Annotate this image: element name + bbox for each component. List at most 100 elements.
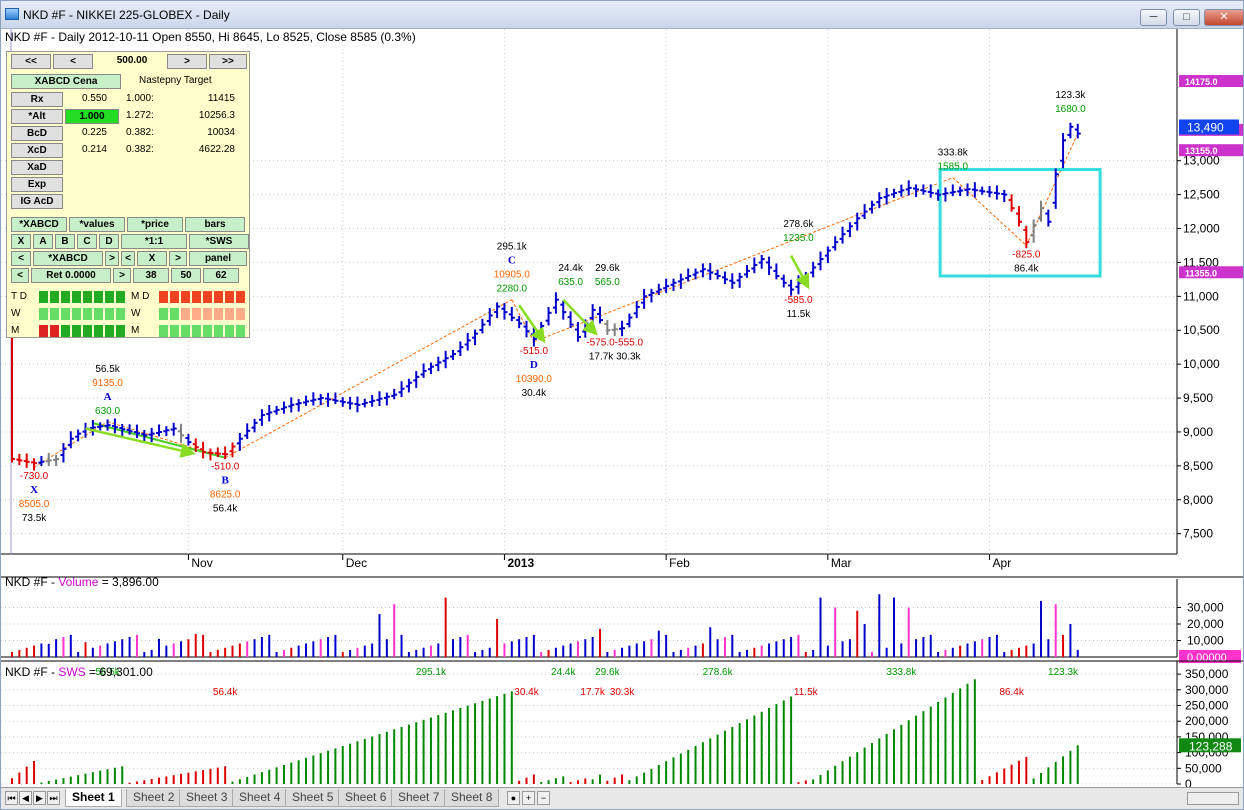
nav-last-button[interactable]: >> [209, 54, 247, 69]
swing-annotation: X [30, 484, 38, 496]
swing-annotation: A [104, 391, 112, 403]
xabcd-row-button[interactable]: Exp [11, 177, 63, 192]
xabcd-row-button[interactable]: *Alt [11, 109, 63, 124]
xabcd-option-button[interactable]: *price [127, 217, 183, 232]
horizontal-scrollbar[interactable] [1187, 792, 1239, 805]
tab-prev-icon[interactable]: ◀ [19, 791, 32, 805]
minimize-button[interactable]: ─ [1140, 9, 1167, 26]
price-x-tick-label: 2013 [507, 556, 534, 570]
nav-first-button[interactable]: << [11, 54, 51, 69]
title-bar[interactable]: NKD #F - NIKKEI 225-GLOBEX - Daily ─ □ ✕ [1, 1, 1244, 29]
volume-header: NKD #F - Volume = 3,896.00 [5, 575, 159, 589]
tdwm-led [39, 325, 48, 337]
nav-next-button[interactable]: > [167, 54, 207, 69]
xabcd-row-value [65, 177, 107, 192]
swing-annotation: 123.3k [1055, 90, 1086, 101]
xabcd-point-button[interactable]: *SWS [189, 234, 249, 249]
xabcd-select-button[interactable]: *XABCD [33, 251, 103, 266]
price-y-tick-label: 8,500 [1183, 459, 1213, 473]
tdwm-led [181, 291, 190, 303]
xabcd-point-button[interactable]: *1:1 [121, 234, 187, 249]
xabcd-select-button[interactable]: < [121, 251, 135, 266]
tab-add-icon[interactable]: + [522, 791, 535, 805]
xabcd-option-button[interactable]: *XABCD [11, 217, 67, 232]
xabcd-row-ratio: 0.382: [126, 144, 154, 155]
tdwm-led [159, 308, 168, 320]
xabcd-row-button[interactable]: BcD [11, 126, 63, 141]
volume-last-label: 0.00000 [1187, 652, 1227, 664]
price-x-tick-label: Mar [831, 556, 852, 570]
swing-annotation: 24.4k [558, 263, 583, 274]
swing-annotation: 635.0 [558, 277, 583, 288]
xabcd-retrace-button[interactable]: 62 [203, 268, 239, 283]
xabcd-retrace-button[interactable]: < [11, 268, 29, 283]
xabcd-point-button[interactable]: A [33, 234, 53, 249]
sws-y-tick-label: 0 [1185, 777, 1192, 787]
swing-annotation: 17.7k 30.3k [589, 352, 642, 363]
tdwm-led [214, 308, 223, 320]
xabcd-row-target: 11415 [207, 93, 235, 104]
sheet-tab[interactable]: Sheet 6 [338, 789, 394, 807]
xabcd-row-button[interactable]: XcD [11, 143, 63, 158]
xabcd-row-button[interactable]: IG AcD [11, 194, 63, 209]
xabcd-option-button[interactable]: bars [185, 217, 245, 232]
sws-swing-label: 30.4k [514, 687, 539, 698]
swing-annotation: -585.0 [784, 295, 813, 306]
xabcd-select-button[interactable]: X [137, 251, 167, 266]
tab-remove-icon[interactable]: − [537, 791, 550, 805]
xabcd-point-button[interactable]: B [55, 234, 75, 249]
xabcd-row-button[interactable]: Rx [11, 92, 63, 107]
xabcd-select-button[interactable]: < [11, 251, 31, 266]
swing-annotation: 1680.0 [1055, 104, 1086, 115]
swing-annotation: 565.0 [595, 277, 620, 288]
xabcd-point-button[interactable]: C [77, 234, 97, 249]
sheet-tab[interactable]: Sheet 2 [126, 789, 182, 807]
swing-annotation: -825.0 [1012, 249, 1041, 260]
xabcd-select-button[interactable]: panel [189, 251, 247, 266]
price-y-tick-label: 12,500 [1183, 188, 1220, 202]
tab-first-icon[interactable]: ⏮ [5, 791, 18, 805]
xabcd-row-button[interactable]: XaD [11, 160, 63, 175]
xabcd-row-ratio [126, 194, 166, 209]
sheet-tab[interactable]: Sheet 4 [232, 789, 288, 807]
swing-annotation: 86.4k [1014, 263, 1039, 274]
xabcd-option-button[interactable]: *values [69, 217, 125, 232]
tdwm-led [94, 308, 103, 320]
sws-swing-label: 17.7k [580, 687, 605, 698]
tdwm-led [170, 308, 179, 320]
tab-next-icon[interactable]: ▶ [33, 791, 46, 805]
tab-last-icon[interactable]: ⏭ [47, 791, 60, 805]
xabcd-row-value: 0.225 [81, 127, 107, 138]
lock-icon[interactable]: ● [507, 791, 520, 805]
xabcd-select-button[interactable]: > [105, 251, 119, 266]
sws-y-tick-label: 250,000 [1185, 699, 1229, 713]
xabcd-panel[interactable]: << < 500.00 > >> XABCD Cena Nastepny Tar… [6, 51, 250, 338]
xabcd-retrace-button[interactable]: Ret 0.0000 [31, 268, 111, 283]
swing-annotation: 30.4k [522, 388, 547, 399]
xabcd-title[interactable]: XABCD Cena [11, 74, 121, 89]
tdwm-led [83, 308, 92, 320]
xabcd-point-button[interactable]: D [99, 234, 119, 249]
xabcd-row-ratio [126, 177, 166, 192]
xabcd-row-target: 4622.28 [198, 144, 235, 155]
xabcd-retrace-button[interactable]: 38 [133, 268, 169, 283]
sheet-tab[interactable]: Sheet 1 [65, 789, 122, 807]
xabcd-retrace-button[interactable]: > [113, 268, 131, 283]
xabcd-retrace-button[interactable]: 50 [171, 268, 201, 283]
nav-prev-button[interactable]: < [53, 54, 93, 69]
xabcd-point-button[interactable]: X [11, 234, 31, 249]
close-button[interactable]: ✕ [1204, 9, 1244, 26]
xabcd-row-ratio: 1.272: [126, 110, 154, 121]
tdwm-led [94, 325, 103, 337]
price-x-tick-label: Apr [993, 556, 1012, 570]
price-x-tick-label: Nov [191, 556, 212, 570]
maximize-button[interactable]: □ [1173, 9, 1200, 26]
xabcd-select-button[interactable]: > [169, 251, 187, 266]
sheet-tab[interactable]: Sheet 3 [179, 789, 235, 807]
sheet-tab[interactable]: Sheet 5 [285, 789, 341, 807]
sheet-tab[interactable]: Sheet 8 [444, 789, 500, 807]
sheet-tab[interactable]: Sheet 7 [391, 789, 447, 807]
tdwm-label: W [11, 308, 21, 319]
xabcd-row-value [65, 194, 107, 209]
tdwm-led [39, 308, 48, 320]
